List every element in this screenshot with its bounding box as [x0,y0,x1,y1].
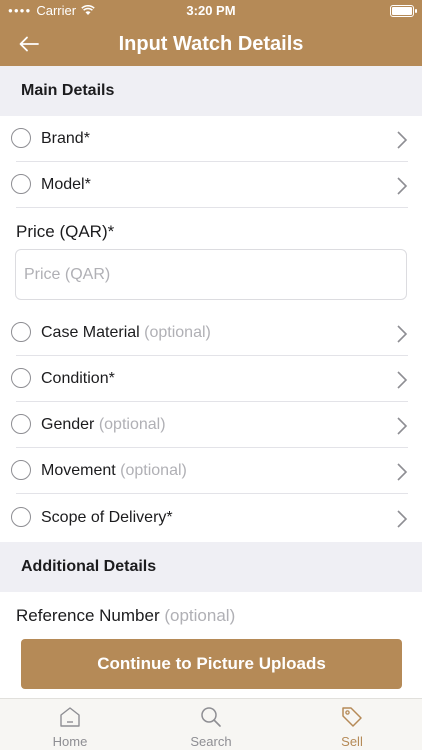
row-case-material[interactable]: Case Material (optional) [0,310,422,356]
chevron-right-icon [397,131,408,149]
tab-label: Search [190,734,232,749]
battery-icon [390,5,417,17]
row-gender[interactable]: Gender (optional) [0,402,422,448]
row-movement[interactable]: Movement (optional) [0,448,422,494]
row-condition[interactable]: Condition* [0,356,422,402]
chevron-right-icon [397,371,408,389]
chevron-right-icon [397,510,408,528]
chevron-right-icon [397,463,408,481]
price-input[interactable] [15,249,407,300]
radio-circle-icon[interactable] [11,414,31,434]
chevron-right-icon [397,325,408,343]
optional-note: (optional) [98,416,166,433]
divider [16,493,408,494]
continue-button[interactable]: Continue to Picture Uploads [21,639,402,689]
chevron-right-icon [397,177,408,195]
radio-circle-icon[interactable] [11,128,31,148]
optional-note: (optional) [144,324,211,341]
movement-label: Movement (optional) [41,462,187,479]
brand-label: Brand* [41,130,90,147]
status-bar: ●●●● Carrier 3:20 PM [0,0,422,22]
radio-circle-icon[interactable] [11,322,31,342]
optional-note: (optional) [164,606,236,625]
divider [16,207,408,208]
tab-label: Home [52,734,88,749]
chevron-right-icon [397,417,408,435]
tab-home[interactable]: Home [0,699,140,750]
row-model[interactable]: Model* [0,162,422,208]
condition-label: Condition* [41,370,115,387]
tab-sell[interactable]: Sell [282,699,422,750]
section-header-main: Main Details [0,66,422,116]
row-brand[interactable]: Brand* [0,116,422,162]
row-scope-of-delivery[interactable]: Scope of Delivery* [0,495,422,541]
radio-circle-icon[interactable] [11,507,31,527]
status-time: 3:20 PM [186,3,236,18]
tab-label: Sell [341,734,363,749]
reference-number-label: Reference Number (optional) [16,606,236,625]
gender-label: Gender (optional) [41,416,166,433]
tag-icon [342,707,362,727]
optional-note: (optional) [120,462,187,479]
radio-circle-icon[interactable] [11,460,31,480]
home-icon [60,707,80,727]
tab-bar: Home Search Sell [0,698,422,750]
model-label: Model* [41,176,91,193]
price-label: Price (QAR)* [16,222,115,241]
radio-circle-icon[interactable] [11,174,31,194]
radio-circle-icon[interactable] [11,368,31,388]
page-title: Input Watch Details [118,33,304,55]
case-material-label: Case Material (optional) [41,324,211,341]
section-header-additional: Additional Details [0,542,422,592]
tab-search[interactable]: Search [141,699,281,750]
nav-bar: Input Watch Details [0,22,422,66]
search-icon [201,707,221,727]
scope-label: Scope of Delivery* [41,509,173,526]
